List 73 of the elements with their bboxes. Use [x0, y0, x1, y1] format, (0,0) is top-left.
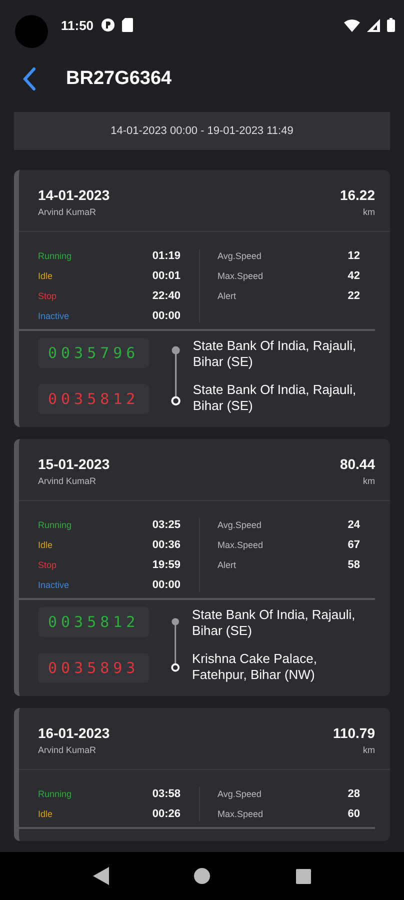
stat-value: 28	[348, 788, 360, 800]
stat-label: Max.Speed	[218, 271, 264, 281]
state-label: Idle	[38, 540, 53, 550]
page-title: BR27G6364	[66, 68, 172, 90]
state-label: Stop	[38, 560, 57, 570]
state-label: Running	[38, 789, 72, 799]
trip-card[interactable]: 16-01-2023 Arvind KumaR 110.79 km Running 03:58 Idle 00:26 Avg.Speed 28 Max.Speed 60	[14, 708, 390, 841]
stat-label: Avg.Speed	[218, 251, 262, 261]
state-duration: 00:36	[152, 539, 180, 551]
driver-name: Arvind KumaR	[38, 476, 98, 486]
state-label: Running	[38, 251, 72, 261]
trip-card[interactable]	[14, 439, 390, 696]
start-odometer: 0035812	[38, 607, 150, 637]
camera-cutout	[15, 14, 48, 48]
state-duration: 00:00	[152, 310, 180, 322]
state-label: Stop	[38, 291, 57, 301]
state-label: Running	[38, 520, 72, 530]
stat-value: 12	[348, 250, 360, 262]
trip-date: 15-01-2023	[38, 456, 110, 472]
state-duration: 00:01	[152, 270, 180, 282]
end-odometer: 0035893	[38, 653, 150, 683]
state-duration: 01:19	[152, 250, 180, 262]
stat-label: Alert	[218, 560, 236, 570]
state-label: Idle	[38, 809, 53, 819]
trip-card[interactable]	[14, 170, 390, 427]
start-location: State Bank Of India, Rajauli, Bihar (SE)	[192, 338, 358, 370]
distance-unit: km	[363, 476, 375, 486]
stat-value: 60	[348, 808, 360, 820]
driver-name: Arvind KumaR	[38, 207, 98, 217]
stat-value: 24	[348, 519, 360, 531]
state-duration: 03:25	[152, 519, 180, 531]
stat-label: Avg.Speed	[218, 789, 262, 799]
end-odometer: 0035812	[38, 384, 150, 414]
start-location: State Bank Of India, Rajauli, Bihar (SE)	[192, 607, 356, 639]
stat-label: Alert	[218, 291, 236, 301]
state-duration: 00:00	[152, 579, 180, 591]
status-time: 11:50	[61, 18, 94, 32]
trip-date: 16-01-2023	[38, 725, 110, 741]
nav-recents-icon[interactable]	[296, 868, 312, 884]
stat-value: 42	[348, 270, 360, 282]
state-label: Inactive	[38, 580, 70, 590]
stat-label: Avg.Speed	[218, 520, 262, 530]
date-range-button[interactable]: 14-01-2023 00:00 - 19-01-2023 11:49	[14, 112, 390, 150]
trip-distance: 80.44	[340, 456, 375, 472]
state-duration: 03:58	[152, 788, 180, 800]
trip-distance: 16.22	[340, 187, 375, 203]
start-odometer: 0035796	[38, 338, 150, 368]
end-location: State Bank Of India, Rajauli, Bihar (SE)	[192, 382, 358, 414]
end-location: Krishna Cake Palace, Fatehpur, Bihar (NW)	[192, 651, 318, 683]
distance-unit: km	[363, 207, 375, 217]
state-duration: 22:40	[152, 290, 180, 302]
notification-icon	[100, 18, 115, 32]
battery-icon	[387, 18, 395, 32]
stat-label: Max.Speed	[218, 540, 264, 550]
back-button[interactable]	[20, 65, 38, 93]
stat-label: Max.Speed	[218, 809, 264, 819]
state-label: Inactive	[38, 311, 70, 321]
stat-value: 67	[348, 539, 360, 551]
state-duration: 00:26	[152, 808, 180, 820]
trip-date: 14-01-2023	[38, 187, 110, 203]
stat-value: 22	[348, 290, 360, 302]
back-chevron-icon	[22, 67, 36, 91]
wifi-icon	[344, 18, 360, 32]
nav-home-icon[interactable]	[194, 868, 210, 884]
state-duration: 19:59	[152, 559, 180, 571]
signal-icon	[367, 18, 380, 32]
driver-name: Arvind KumaR	[38, 745, 98, 755]
nav-back-icon[interactable]	[92, 867, 109, 885]
sim-card-icon	[122, 18, 133, 32]
distance-unit: km	[363, 745, 375, 755]
trip-distance: 110.79	[332, 725, 375, 741]
state-label: Idle	[38, 271, 53, 281]
stat-value: 58	[348, 559, 360, 571]
